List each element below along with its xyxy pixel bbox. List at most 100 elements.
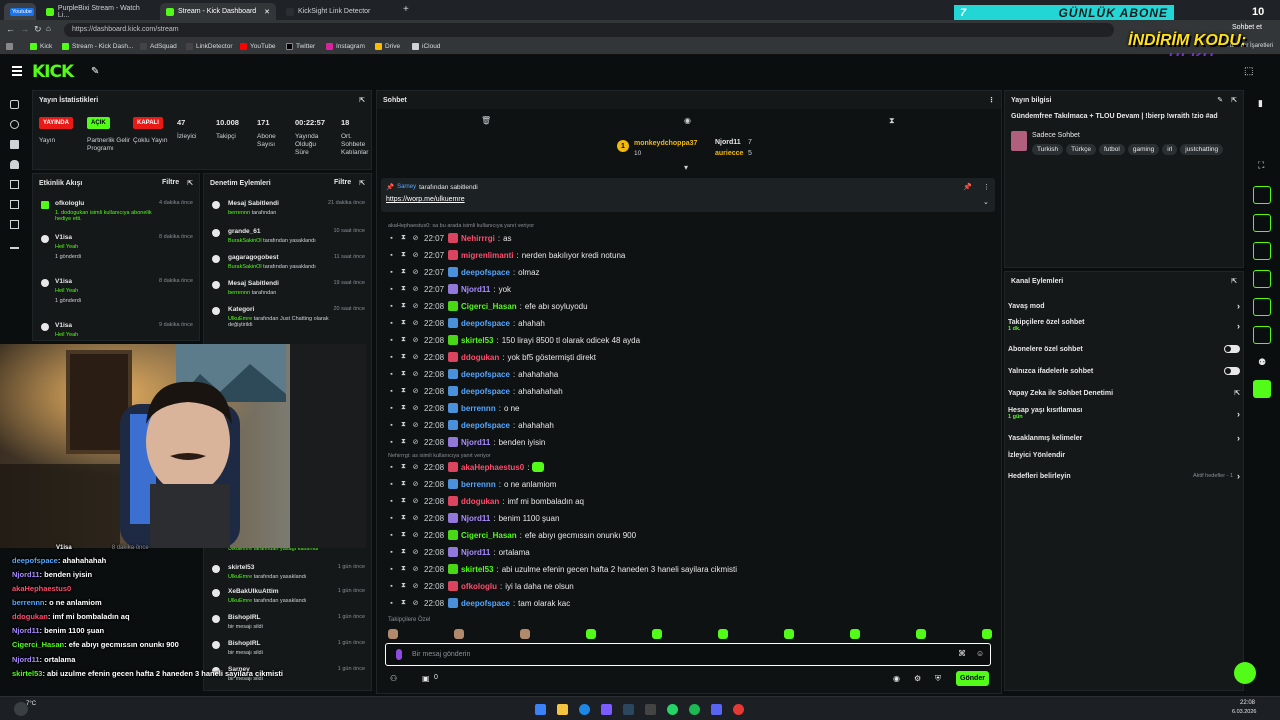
menu-icon[interactable]	[12, 66, 22, 76]
new-tab-icon[interactable]: +	[403, 4, 409, 15]
timeout-icon[interactable]: ⧗	[400, 565, 407, 573]
tag-chip[interactable]: justchatting	[1180, 144, 1224, 155]
gift-icon[interactable]	[10, 220, 19, 229]
emote-icon[interactable]	[784, 629, 794, 639]
tag-chip[interactable]: Turkish	[1032, 144, 1064, 155]
chat-bubble-icon[interactable]: ◉	[684, 116, 691, 125]
stream-icon[interactable]	[10, 100, 19, 109]
bookmark-youtube[interactable]: YouTube	[240, 43, 276, 50]
list-button[interactable]	[1253, 298, 1271, 316]
ban-icon[interactable]: ⊘	[412, 497, 419, 505]
timeout-icon[interactable]: ⧗	[400, 421, 407, 429]
pin-message-icon[interactable]: ▪	[388, 565, 395, 573]
tag-chip[interactable]: gaming	[1127, 144, 1160, 155]
command-icon[interactable]: ⌘	[958, 649, 966, 658]
external-link-icon[interactable]: ⇱	[1234, 389, 1240, 397]
channel-action-item[interactable]: Yapay Zeka ile Sohbet Denetimi ⇱	[1008, 389, 1240, 398]
chat-message[interactable]: ▪ ⧗ ⊘ 22:08 ddogukan: yok bf5 göstermişti dir…	[388, 350, 596, 364]
ban-icon[interactable]: ⊘	[412, 234, 419, 242]
pin-message-icon[interactable]: ▪	[388, 548, 395, 556]
chat-message[interactable]: ▪ ⧗ ⊘ 22:07 migrenlimanti: nerden bakılıyor k…	[388, 248, 625, 262]
file-explorer-icon[interactable]	[557, 704, 568, 715]
bookmark-kick[interactable]: Kick	[30, 43, 52, 50]
leader-name[interactable]: monkeydchoppa37	[634, 140, 697, 147]
message-username[interactable]: Njord11	[461, 285, 490, 294]
timeout-icon[interactable]: ⧗	[400, 548, 407, 556]
category-thumbnail[interactable]	[1011, 131, 1027, 151]
chat-button[interactable]	[1253, 242, 1271, 260]
chevron-right-icon[interactable]: ›	[1237, 321, 1240, 331]
collapse-leaderboard-icon[interactable]: ▾	[684, 163, 688, 172]
toggle-switch[interactable]	[1224, 367, 1240, 375]
chat-icon[interactable]	[10, 140, 19, 149]
bookmark-apps[interactable]	[6, 43, 13, 50]
start-icon[interactable]	[535, 704, 546, 715]
more-options-icon[interactable]: ⋮	[983, 183, 990, 191]
profile-menu-icon[interactable]: ⬚	[1244, 66, 1253, 77]
bookmark-drive[interactable]: Drive	[375, 43, 400, 50]
chevron-right-icon[interactable]: ›	[1237, 433, 1240, 443]
ban-icon[interactable]: ⊘	[412, 531, 419, 539]
timeout-icon[interactable]: ⧗	[400, 463, 407, 471]
close-tab-icon[interactable]: ✕	[264, 8, 270, 16]
trash-icon[interactable]: 🗑	[481, 116, 491, 125]
app-icon[interactable]	[711, 704, 722, 715]
timeout-icon[interactable]: ⧗	[400, 404, 407, 412]
ban-icon[interactable]: ⊘	[412, 582, 419, 590]
message-username[interactable]: Njord11	[461, 548, 490, 557]
chat-message[interactable]: ▪ ⧗ ⊘ 22:08 ddogukan: imf mi bombaladın aq	[388, 494, 584, 508]
message-username[interactable]: skirtel53	[461, 336, 493, 345]
timeout-icon[interactable]: ⧗	[400, 599, 407, 607]
creator-pen-icon[interactable]: ✎	[91, 66, 99, 77]
timeout-icon[interactable]: ⧗	[400, 480, 407, 488]
pin-message-icon[interactable]: ▪	[388, 302, 395, 310]
monetize-icon[interactable]	[10, 180, 19, 189]
pin-message-icon[interactable]: ▪	[388, 353, 395, 361]
ban-icon[interactable]: ⊘	[412, 438, 419, 446]
message-username[interactable]: Njord11	[461, 438, 490, 447]
message-username[interactable]: Cigerci_Hasan	[461, 531, 517, 540]
chevron-down-icon[interactable]: ⌄	[983, 198, 989, 206]
share-icon[interactable]: ⚉	[1258, 357, 1266, 368]
moderator-icon[interactable]: ⛨	[935, 674, 941, 684]
chevron-right-icon[interactable]: ›	[1237, 301, 1240, 311]
message-username[interactable]: Nehirrrgi	[461, 234, 495, 243]
support-chat-button[interactable]	[1234, 662, 1256, 684]
bookmark-icloud[interactable]: iCloud	[412, 43, 440, 50]
send-button[interactable]: Gönder	[956, 671, 989, 686]
edit-icon[interactable]: ✎	[1217, 96, 1223, 104]
crop-icon[interactable]: ⛶	[1258, 160, 1264, 171]
timeout-icon[interactable]: ⧗	[400, 370, 407, 378]
emote-icon[interactable]	[520, 629, 530, 639]
channel-action-item[interactable]: Yasaklanmış kelimeler ›	[1008, 433, 1240, 443]
message-username[interactable]: berrennn	[461, 404, 496, 413]
channel-action-item[interactable]: Yalnızca ifadelerle sohbet	[1008, 367, 1240, 375]
channel-action-item[interactable]: Yavaş mod ›	[1008, 301, 1240, 311]
pin-message-icon[interactable]: ▪	[388, 463, 395, 471]
channel-action-item[interactable]: İzleyici Yönlendir	[1008, 452, 1240, 459]
emote-icon[interactable]	[982, 629, 992, 639]
chat-message[interactable]: ▪ ⧗ ⊘ 22:07 Njord11: yok	[388, 282, 511, 296]
users-icon[interactable]: ⚇	[390, 674, 397, 683]
chat-message[interactable]: ▪ ⧗ ⊘ 22:08 deepofspace: ahahahahah	[388, 384, 563, 398]
message-username[interactable]: ofkologlu	[461, 582, 497, 591]
mic-icon[interactable]	[396, 649, 402, 660]
ban-icon[interactable]: ⊘	[412, 353, 419, 361]
chat-message[interactable]: ▪ ⧗ ⊘ 22:08 deepofspace: tam olarak kac	[388, 596, 570, 610]
emote-icon[interactable]	[850, 629, 860, 639]
ban-icon[interactable]: ⊘	[412, 480, 419, 488]
activity-filter-button[interactable]: Filtre	[162, 179, 179, 187]
pinned-by[interactable]: Sarney	[397, 184, 416, 190]
ban-icon[interactable]: ⊘	[412, 370, 419, 378]
pin-message-icon[interactable]: ▪	[388, 514, 395, 522]
ban-icon[interactable]: ⊘	[412, 268, 419, 276]
message-username[interactable]: berrennn	[461, 480, 496, 489]
ban-icon[interactable]: ⊘	[412, 404, 419, 412]
bookmark-twitter[interactable]: Twitter	[286, 43, 315, 50]
discord-icon[interactable]	[601, 704, 612, 715]
emote-icon[interactable]	[586, 629, 596, 639]
wrench-button[interactable]	[1253, 326, 1271, 344]
timeout-icon[interactable]: ⧗	[400, 251, 407, 259]
emoji-icon[interactable]: ☺	[976, 649, 984, 658]
chat-message[interactable]: ▪ ⧗ ⊘ 22:08 ofkologlu: iyi la daha ne olsun	[388, 579, 574, 593]
